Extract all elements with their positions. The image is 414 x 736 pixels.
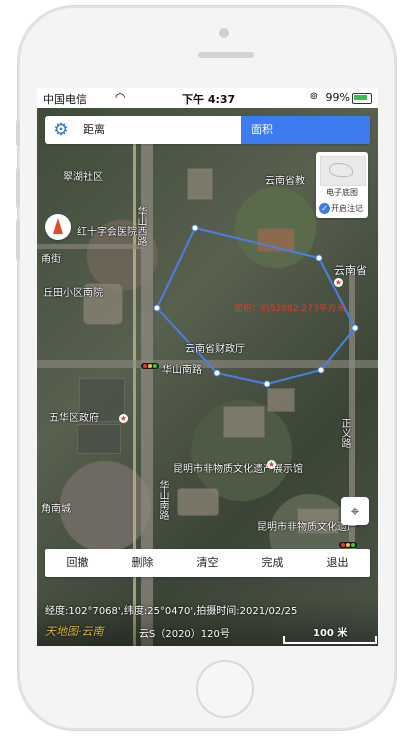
delete-button[interactable]: 删除 <box>110 549 175 577</box>
vertex-handle[interactable] <box>263 380 271 388</box>
map-permit-number: 云S（2020）120号 <box>139 629 230 640</box>
annotation-toggle-label[interactable]: 开启注记 <box>331 203 363 214</box>
carrier-name: 中国电信 <box>43 93 87 106</box>
home-button[interactable] <box>196 660 254 718</box>
battery-percent: 99% <box>325 91 350 104</box>
vertex-handle[interactable] <box>153 304 161 312</box>
vertex-handle[interactable] <box>317 366 325 374</box>
measure-mode-tabs: ⚙ 距离 面积 <box>45 116 370 144</box>
tab-distance[interactable]: 距离 <box>83 116 105 144</box>
basemap-label: 电子底图 <box>326 188 358 197</box>
checkmark-icon[interactable]: ✓ <box>319 203 330 214</box>
status-time: 下午 4:37 <box>182 93 236 106</box>
area-result-label: 面积：约52882.273平方米 <box>234 304 346 314</box>
traffic-light-icon <box>141 363 159 369</box>
wifi-icon: ◠ <box>115 90 126 104</box>
poi-star-icon[interactable]: ★ <box>334 278 343 287</box>
poi-star-icon[interactable]: ★ <box>267 460 276 469</box>
map-label: 正义路 <box>339 418 350 448</box>
front-camera <box>219 28 229 38</box>
undo-button[interactable]: 回撤 <box>45 549 110 577</box>
speaker-grille <box>198 52 254 58</box>
coordinates-readout: 经度:102°7068',纬度:25°0470',拍摄时间:2021/02/25 <box>45 606 298 617</box>
app-screen: 翠湖社区 云南省教 华山西路 红十字会医院 云南省 甬街 丘田小区南院 云南省财… <box>37 88 378 646</box>
map-label: 华山南路 <box>162 365 202 376</box>
action-bar: 回撤 删除 清空 完成 退出 <box>45 549 370 577</box>
status-bar: 中国电信 ◠ 下午 4:37 ⊚ 99% <box>37 88 378 108</box>
clear-button[interactable]: 清空 <box>175 549 240 577</box>
mute-switch[interactable] <box>16 120 20 146</box>
vertex-handle[interactable] <box>351 324 359 332</box>
volume-up-button[interactable] <box>16 168 20 208</box>
locate-button[interactable]: ⌖ <box>341 497 369 525</box>
map-label: 云南省财政厅 <box>185 344 245 355</box>
vertex-handle[interactable] <box>315 254 323 262</box>
scale-bar <box>283 636 377 644</box>
exit-button[interactable]: 退出 <box>305 549 370 577</box>
crosshair-icon: ⌖ <box>350 502 360 520</box>
map-label: 昆明市非物质文化遗产展示馆 <box>173 464 303 475</box>
poi-star-icon[interactable]: ★ <box>119 414 128 423</box>
rotation-lock-icon: ⊚ <box>309 91 318 102</box>
map-label: 云南省教 <box>265 176 305 187</box>
map-label: 甬街 <box>41 254 61 265</box>
tianditu-logo: 天地图·云南 <box>45 625 104 638</box>
battery-icon <box>352 93 372 104</box>
vertex-handle[interactable] <box>191 224 199 232</box>
map-label: 红十字会医院 <box>77 227 137 238</box>
vertex-handle[interactable] <box>213 369 221 377</box>
map-label: 翠湖社区 <box>63 172 103 183</box>
map-label: 云南省 <box>334 264 367 277</box>
compass-button[interactable] <box>45 214 71 240</box>
compass-needle-icon <box>53 218 63 234</box>
basemap-switcher[interactable]: 电子底图 ✓ 开启注记 <box>316 152 368 218</box>
map-label: 五华区政府 <box>49 413 99 424</box>
volume-down-button[interactable] <box>16 220 20 260</box>
gear-icon[interactable]: ⚙ <box>51 120 71 140</box>
basemap-thumbnail[interactable] <box>320 156 366 186</box>
map-label: 角南城 <box>41 504 71 515</box>
traffic-light-icon <box>339 542 357 548</box>
done-button[interactable]: 完成 <box>240 549 305 577</box>
map-label: 丘田小区南院 <box>43 288 103 299</box>
tab-area[interactable]: 面积 <box>241 116 370 144</box>
map-label: 华山南路 <box>157 480 168 520</box>
